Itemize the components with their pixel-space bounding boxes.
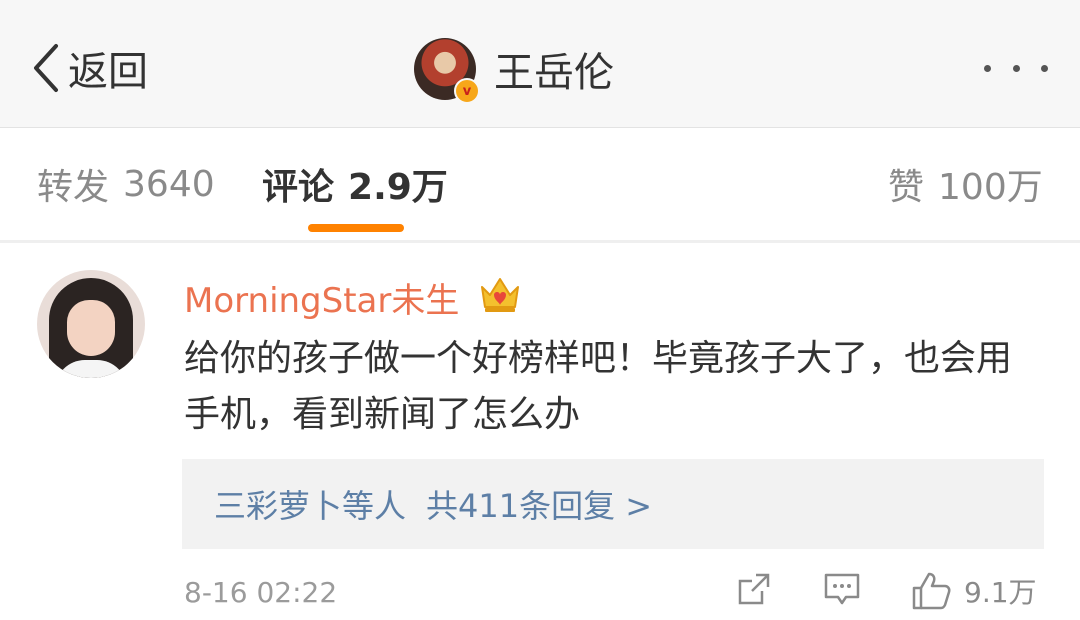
tab-comments-count: 2.9万 bbox=[348, 167, 448, 208]
back-button[interactable]: 返回 bbox=[30, 42, 148, 95]
comment-item: MorningStar未生 给你的孩子做一个好榜样吧！毕竟孩子大了，也会用手机，… bbox=[0, 243, 1080, 620]
tab-reposts-label: 转发 bbox=[37, 167, 110, 208]
comment-like-count: 9.1万 bbox=[964, 576, 1037, 609]
thumbs-up-icon bbox=[912, 572, 951, 610]
comment-icon bbox=[824, 573, 860, 605]
replies-count[interactable]: 共411条回复 > bbox=[426, 487, 652, 525]
reply-button[interactable] bbox=[822, 569, 862, 613]
replies-preview[interactable]: 三彩萝卜等人 共411条回复 > bbox=[182, 459, 1044, 549]
share-button[interactable] bbox=[734, 569, 774, 613]
tab-likes-label: 赞 bbox=[888, 167, 925, 208]
like-button[interactable]: 9.1万 bbox=[910, 569, 1037, 613]
comment-body: 给你的孩子做一个好榜样吧！毕竟孩子大了，也会用手机，看到新闻了怎么办 bbox=[184, 338, 1013, 435]
more-options-button[interactable] bbox=[984, 50, 1048, 86]
chevron-left-icon bbox=[34, 44, 58, 92]
commenter-username[interactable]: MorningStar未生 bbox=[184, 273, 459, 322]
post-stats-tabs: 转发 3640 评论 2.9万 赞 100万 bbox=[0, 128, 1080, 240]
top-nav-bar: 返回 v 王岳伦 bbox=[0, 0, 1080, 128]
author-name[interactable]: 王岳伦 bbox=[494, 40, 614, 98]
back-label: 返回 bbox=[68, 49, 148, 95]
replies-names[interactable]: 三彩萝卜等人 bbox=[214, 487, 406, 525]
commenter-avatar[interactable] bbox=[37, 270, 145, 378]
post-author-profile[interactable]: v 王岳伦 bbox=[414, 38, 614, 104]
active-tab-indicator bbox=[308, 224, 404, 232]
crown-badge-icon bbox=[481, 278, 519, 312]
share-icon bbox=[738, 573, 770, 605]
tab-likes-count: 100万 bbox=[938, 167, 1043, 208]
tab-reposts-count: 3640 bbox=[123, 163, 215, 205]
comment-timestamp: 8-16 02:22 bbox=[184, 576, 338, 609]
tab-comments-label: 评论 bbox=[262, 167, 335, 208]
tab-likes[interactable]: 赞 100万 bbox=[888, 128, 1043, 240]
verified-badge-icon: v bbox=[454, 78, 480, 104]
tab-reposts[interactable]: 转发 3640 bbox=[37, 128, 215, 240]
author-avatar[interactable]: v bbox=[414, 38, 480, 104]
more-dots-icon bbox=[984, 64, 991, 72]
